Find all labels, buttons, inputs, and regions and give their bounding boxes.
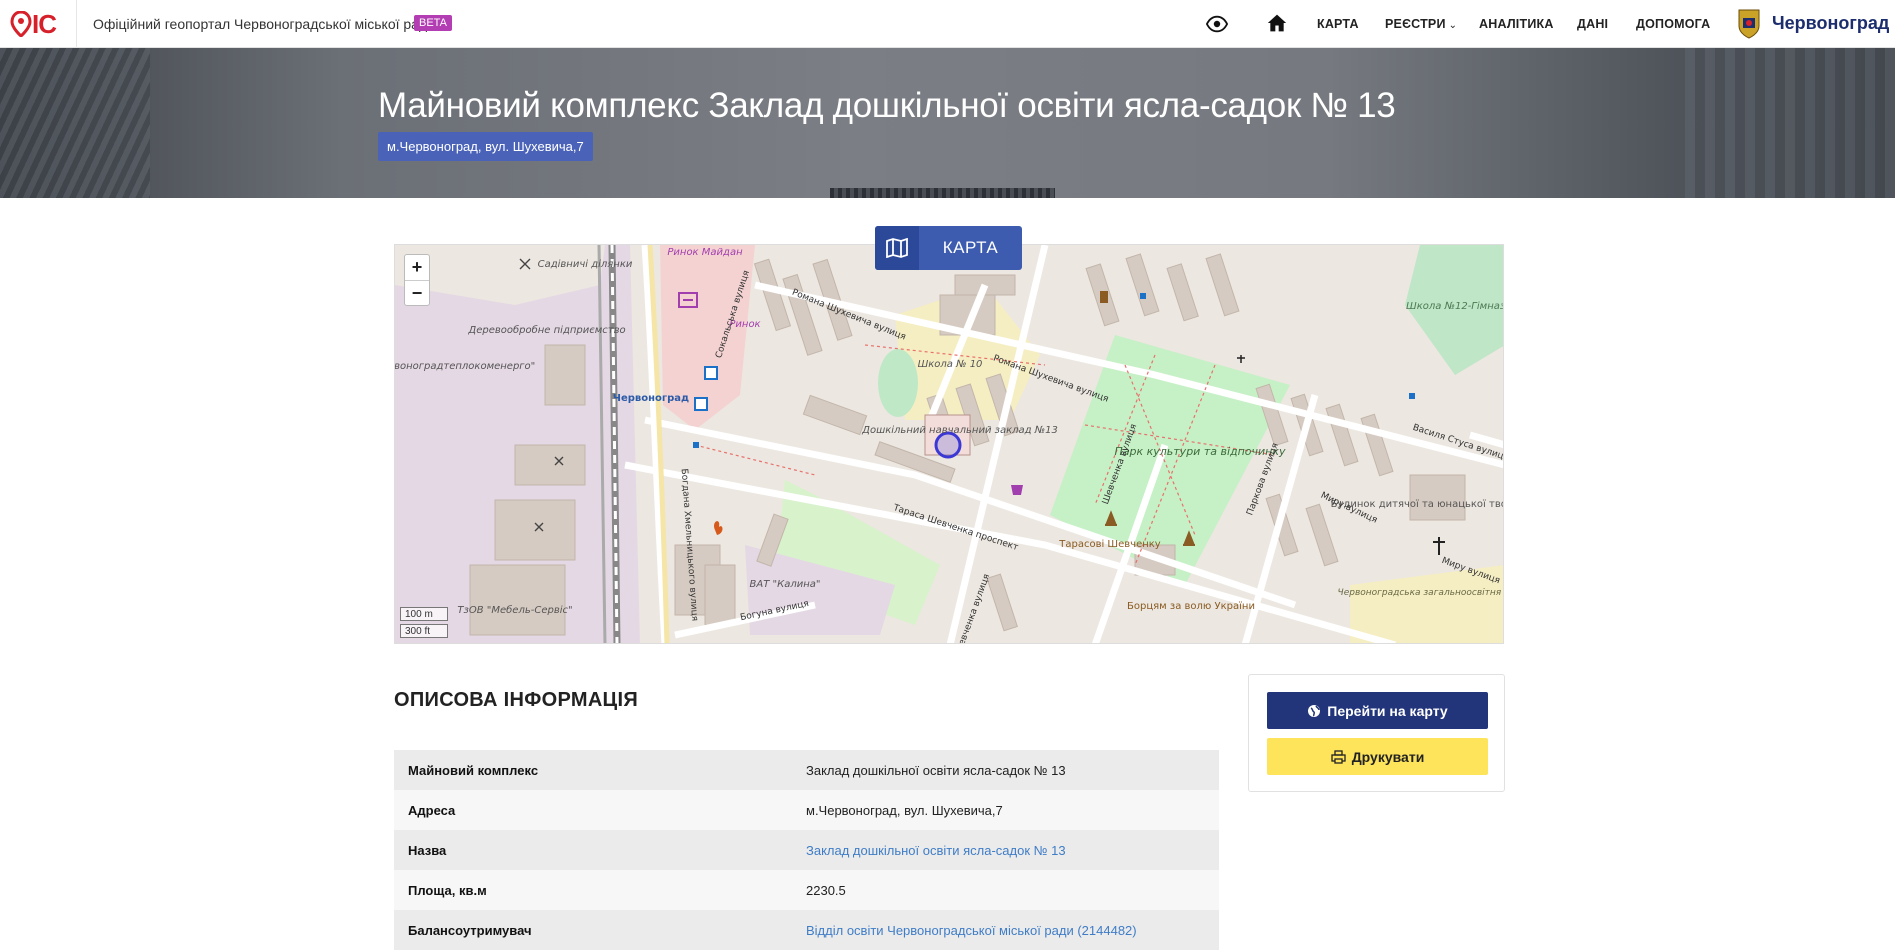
zoom-control: + − (404, 254, 430, 306)
school-field (878, 349, 918, 417)
monument-icon-top (1100, 291, 1108, 303)
label-kindergarten: Дошкільний навчальний заклад №13 (861, 424, 1058, 436)
label-woodworking: Деревообробне підприємство (467, 324, 625, 336)
go-to-map-label: Перейти на карту (1327, 702, 1448, 719)
logo-text: IC (32, 8, 57, 39)
label-school12: Школа №12-Гімназія (1406, 300, 1504, 312)
zoom-out-button[interactable]: − (405, 280, 429, 305)
address-badge: м.Червоноград, вул. Шухевича,7 (378, 132, 593, 161)
row-key: Майновий комплекс (394, 750, 792, 790)
nav-help[interactable]: ДОПОМОГА (1636, 17, 1710, 31)
scale-meters: 100 m (400, 607, 448, 621)
nav-map[interactable]: КАРТА (1317, 17, 1359, 31)
eye-icon[interactable] (1206, 13, 1228, 35)
row-value: м.Червоноград, вул. Шухевича,7 (792, 790, 1219, 830)
geoportal-logo[interactable]: IC (10, 8, 57, 40)
globe-icon (1308, 704, 1321, 717)
table-row: Балансоутримувач Відділ освіти Червоногр… (394, 910, 1219, 950)
actions-panel: Перейти на карту Друкувати (1248, 674, 1505, 792)
label-school5: Червоноградська загальноосвітня школа №5 (1338, 588, 1504, 598)
row-key: Адреса (394, 790, 792, 830)
table-row: Майновий комплекс Заклад дошкільної осві… (394, 750, 1219, 790)
print-button[interactable]: Друкувати (1267, 738, 1488, 775)
hero-building-center (830, 188, 1055, 198)
label-school10: Школа № 10 (918, 359, 983, 370)
shop-icon (1011, 485, 1023, 495)
nav-registries-label: РЕЄСТРИ (1385, 17, 1446, 31)
nav-registries[interactable]: РЕЄСТРИ ⌄ (1385, 17, 1457, 31)
nav-data[interactable]: ДАНІ (1577, 17, 1608, 31)
print-icon (1331, 749, 1346, 764)
fire-station-icon (714, 521, 723, 535)
label-freedom-fighters: Борцям за волю України (1127, 601, 1255, 612)
city-name[interactable]: Червоноград (1772, 13, 1889, 34)
bus-stop-icon (704, 366, 718, 380)
map-tab-label: КАРТА (942, 238, 999, 257)
row-value: Заклад дошкільної освіти ясла-садок № 13 (792, 750, 1219, 790)
bus-stop-icon-2 (694, 397, 708, 411)
row-key: Площа, кв.м (394, 870, 792, 910)
row-key: Назва (394, 830, 792, 870)
info-point-icon-2 (1140, 293, 1146, 299)
table-row: Адреса м.Червоноград, вул. Шухевича,7 (394, 790, 1219, 830)
balance-holder-link[interactable]: Відділ освіти Червоноградської міської р… (792, 910, 1219, 950)
map-book-icon (875, 226, 919, 270)
print-label: Друкувати (1351, 748, 1425, 765)
map-tab[interactable]: КАРТА (875, 226, 1022, 270)
logo-divider (76, 0, 77, 48)
scale-feet: 300 ft (400, 624, 448, 638)
top-navbar: IC Офіційний геопортал Червоноградської … (0, 0, 1895, 48)
label-gardens: Садівничі ділянки (538, 258, 633, 270)
street-shevchenka-prospect: Тараса Шевченка проспект (891, 503, 1019, 553)
chevron-down-icon: ⌄ (1448, 20, 1458, 31)
info-point-icon-3 (1409, 393, 1415, 399)
name-link[interactable]: Заклад дошкільної освіти ясла-садок № 13 (792, 830, 1219, 870)
info-table: Майновий комплекс Заклад дошкільної осві… (394, 750, 1219, 950)
section-title: ОПИСОВА ІНФОРМАЦІЯ (394, 689, 639, 711)
logo-mark-icon (10, 11, 32, 37)
label-station: Червоноград (613, 393, 689, 404)
hero-building-right (1685, 48, 1895, 198)
label-heating: Червоноградтеплокоменерго" (395, 361, 535, 372)
label-market-square: Ринок Майдан (667, 247, 743, 258)
map-canvas[interactable]: Садівничі ділянки Ринок Майдан Ринок Дер… (395, 245, 1504, 644)
row-value: 2230.5 (792, 870, 1219, 910)
property-map[interactable]: Садівничі ділянки Ринок Майдан Ринок Дер… (394, 244, 1504, 644)
hero-banner: Майновий комплекс Заклад дошкільної осві… (0, 48, 1895, 198)
label-kalyna: ВАТ "Калина" (750, 579, 821, 590)
hero-building-left (0, 48, 150, 198)
table-row: Назва Заклад дошкільної освіти ясла-садо… (394, 830, 1219, 870)
church-icon-2 (1237, 355, 1245, 363)
church-icon (1433, 537, 1445, 555)
beta-badge: BETA (414, 15, 452, 31)
label-furniture: ТзОВ "Мебель-Сервіс" (457, 604, 572, 616)
location-marker-icon[interactable] (934, 431, 962, 459)
home-icon[interactable] (1267, 13, 1287, 33)
zoom-in-button[interactable]: + (405, 255, 429, 280)
go-to-map-button[interactable]: Перейти на карту (1267, 692, 1488, 729)
portal-title: Офіційний геопортал Червоноградської міс… (93, 16, 435, 32)
label-park: Парк культури та відпочинку (1114, 445, 1286, 458)
info-point-icon (693, 442, 699, 448)
city-crest-icon (1738, 9, 1760, 39)
row-key: Балансоутримувач (394, 910, 792, 950)
nav-analytics[interactable]: АНАЛІТИКА (1479, 17, 1554, 31)
page-title: Майновий комплекс Заклад дошкільної осві… (378, 86, 1396, 125)
table-row: Площа, кв.м 2230.5 (394, 870, 1219, 910)
label-shevchenko-monument: Тарасові Шевченку (1058, 538, 1161, 550)
